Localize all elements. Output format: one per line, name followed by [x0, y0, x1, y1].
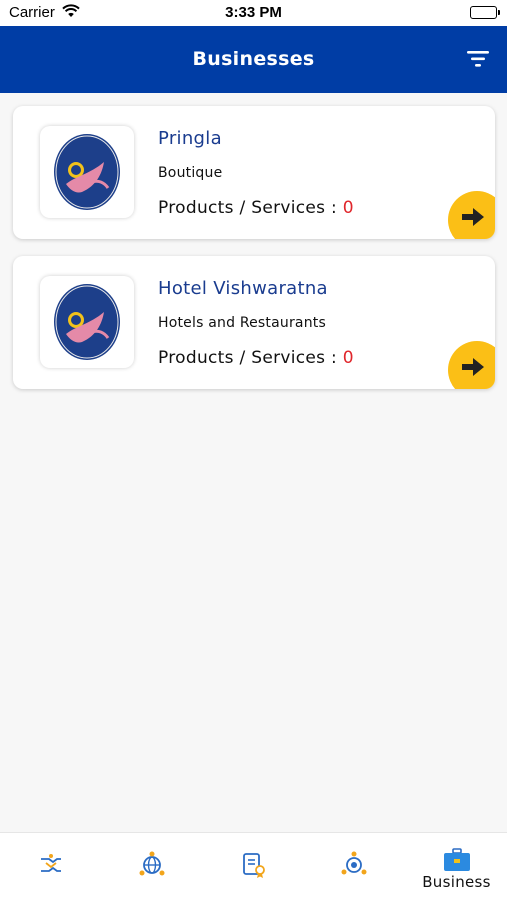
- business-name[interactable]: Hotel Vishwaratna: [158, 278, 328, 299]
- business-card[interactable]: Hotel Vishwaratna Hotels and Restaurants…: [13, 256, 495, 389]
- products-services-label: Products / Services :: [158, 198, 338, 218]
- briefcase-icon: [444, 848, 470, 871]
- business-category: Boutique: [158, 165, 223, 181]
- globe-network-icon: [139, 851, 165, 876]
- open-business-button[interactable]: [448, 191, 495, 239]
- filter-button[interactable]: [465, 48, 491, 70]
- arrow-right-icon: [462, 358, 484, 376]
- battery-icon: [470, 6, 500, 19]
- filter-icon: [467, 51, 489, 67]
- community-icon: [341, 851, 367, 875]
- arrow-right-icon: [462, 208, 484, 226]
- business-name[interactable]: Pringla: [158, 128, 222, 149]
- products-services-count: Products / Services : 0: [158, 198, 354, 218]
- products-count-value: 0: [342, 348, 354, 368]
- tab-business[interactable]: Business: [406, 833, 507, 900]
- tab-bar: Business: [0, 832, 507, 900]
- status-time: 3:33 PM: [225, 4, 282, 21]
- tab-partnerships[interactable]: [0, 833, 101, 900]
- tab-network[interactable]: [101, 833, 202, 900]
- handshake-icon: [41, 854, 61, 872]
- certificate-icon: [243, 853, 265, 878]
- business-logo: [40, 126, 134, 218]
- status-bar: Carrier 3:33 PM: [0, 0, 507, 26]
- tab-business-label: Business: [422, 873, 491, 891]
- products-count-value: 0: [342, 198, 354, 218]
- tab-community[interactable]: [303, 833, 404, 900]
- tab-certificates[interactable]: [202, 833, 303, 900]
- business-logo: [40, 276, 134, 368]
- page-title: Businesses: [192, 48, 315, 70]
- business-category: Hotels and Restaurants: [158, 315, 326, 331]
- business-card[interactable]: Pringla Boutique Products / Services : 0: [13, 106, 495, 239]
- products-services-label: Products / Services :: [158, 348, 338, 368]
- open-business-button[interactable]: [448, 341, 495, 389]
- products-services-count: Products / Services : 0: [158, 348, 354, 368]
- nav-bar: Businesses: [0, 26, 507, 93]
